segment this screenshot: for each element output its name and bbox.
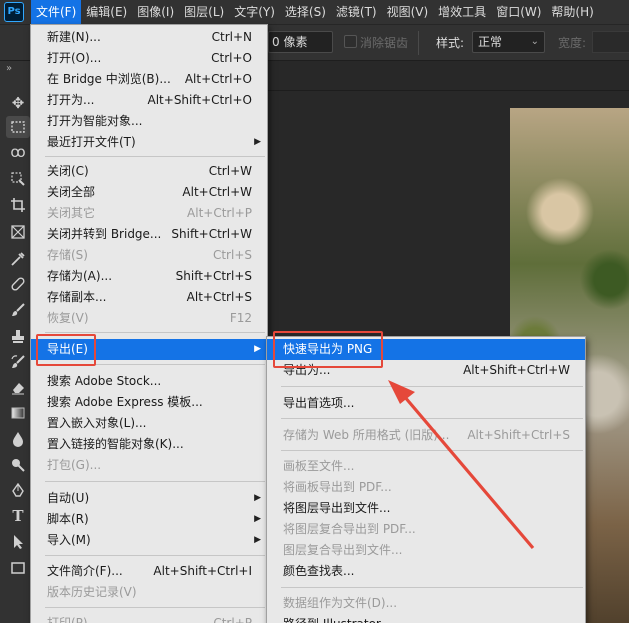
menu-item-file-info[interactable]: 文件简介(F)... Alt+Shift+Ctrl+I [31,561,267,582]
lasso-tool-icon[interactable]: ꝏ [6,141,30,163]
menu-item-open-as[interactable]: 打开为... Alt+Shift+Ctrl+O [31,90,267,111]
photoshop-window: Ps 文件(F) 编辑(E) 图像(I) 图层(L) 文字(Y) 选择(S) 滤… [0,0,629,623]
menu-help[interactable]: 帮助(H) [546,0,598,24]
menu-item-close-others: 关闭其它 Alt+Ctrl+P [47,206,252,220]
style-select[interactable]: 正常 ⌄ [472,31,545,53]
menu-item-save-for-web: 存储为 Web 所用格式 (旧版)... Alt+Shift+Ctrl+S [283,428,570,442]
menu-item-save-as[interactable]: 存储为(A)... Shift+Ctrl+S [31,266,267,287]
stamp-tool-icon[interactable] [6,325,30,347]
menu-file[interactable]: 文件(F) [31,0,82,24]
menu-separator [45,607,265,608]
menu-separator [45,555,265,556]
chevron-down-icon: ⌄ [530,36,539,47]
submenu-arrow-icon: ▶ [254,344,261,354]
submenu-arrow-icon: ▶ [254,137,261,147]
menu-separator [281,418,583,419]
menu-item-layer-comps-to-files: 图层复合导出到文件... [283,543,403,557]
menu-item-package: 打包(G)... [47,458,102,472]
menubar: Ps 文件(F) 编辑(E) 图像(I) 图层(L) 文字(Y) 选择(S) 滤… [0,0,629,24]
menu-item-open[interactable]: 打开(O)... Ctrl+O [31,48,267,69]
menu-view[interactable]: 视图(V) [382,0,434,24]
menu-item-print: 打印(P)... Ctrl+P [47,616,252,623]
menu-select[interactable]: 选择(S) [280,0,331,24]
ps-logo-icon: Ps [4,2,24,22]
menu-item-save-copy[interactable]: 存储副本... Alt+Ctrl+S [31,287,267,308]
frame-tool-icon[interactable] [6,221,30,243]
marquee-tool-icon[interactable] [6,116,30,138]
menu-item-place-linked[interactable]: 置入链接的智能对象(K)... [31,434,267,455]
menu-item-place-embedded[interactable]: 置入嵌入对象(L)... [31,413,267,434]
menu-separator [281,450,583,451]
menu-edit[interactable]: 编辑(E) [81,0,132,24]
submenu-arrow-icon: ▶ [254,535,261,545]
collapse-icon[interactable]: » [6,63,12,74]
menu-item-artboards-to-pdf: 将画板导出到 PDF... [283,480,392,494]
export-submenu: 快速导出为 PNG 导出为... Alt+Shift+Ctrl+W 导出首选项..… [266,336,586,623]
brush-tool-icon[interactable] [6,299,30,321]
healing-tool-icon[interactable] [6,273,30,295]
menu-item-layer-comps-to-pdf: 将图层复合导出到 PDF... [283,522,416,536]
width-label: 宽度: [558,36,587,50]
menu-item-layers-to-files[interactable]: 将图层导出到文件... [267,498,585,519]
options-divider [418,31,419,55]
menu-layer[interactable]: 图层(L) [179,0,229,24]
submenu-arrow-icon: ▶ [254,514,261,524]
feather-input[interactable]: 0 像素 [268,31,333,53]
menu-separator [281,386,583,387]
menu-item-recent-files[interactable]: 最近打开文件(T) ▶ [31,132,267,153]
annotation-box-export [36,334,96,366]
eyedropper-tool-icon[interactable] [6,248,30,270]
menu-item-search-stock[interactable]: 搜索 Adobe Stock... [31,371,267,392]
menu-item-export-preferences[interactable]: 导出首选项... [267,393,585,414]
menu-item-scripts[interactable]: 脚本(R) ▶ [31,509,267,530]
eraser-tool-icon[interactable] [6,376,30,398]
menu-item-version-history: 版本历史记录(V) [47,585,137,599]
menu-filter[interactable]: 滤镜(T) [331,0,382,24]
pen-tool-icon[interactable] [6,480,30,502]
menu-item-save: 存储(S) Ctrl+S [47,248,252,262]
menu-item-close[interactable]: 关闭(C) Ctrl+W [31,161,267,182]
menu-item-automate[interactable]: 自动(U) ▶ [31,488,267,509]
style-value: 正常 [478,35,503,49]
menu-separator [45,156,265,157]
annotation-box-quick-export [273,331,383,368]
menu-separator [45,481,265,482]
path-select-tool-icon[interactable] [6,531,30,553]
menu-separator [45,332,265,333]
antialias-checkbox[interactable] [344,35,357,48]
menu-item-close-all[interactable]: 关闭全部 Alt+Ctrl+W [31,182,267,203]
text-tool-icon[interactable]: T [6,505,30,527]
menu-item-paths-to-illustrator[interactable]: 路径到 Illustrator... [267,614,585,623]
menu-window[interactable]: 窗口(W) [491,0,546,24]
blur-tool-icon[interactable] [6,428,30,450]
history-brush-tool-icon[interactable] [6,351,30,373]
menu-item-open-smart-object[interactable]: 打开为智能对象... [31,111,267,132]
antialias-label: 消除锯齿 [360,36,409,50]
menu-item-new[interactable]: 新建(N)... Ctrl+N [31,27,267,48]
menu-item-import[interactable]: 导入(M) ▶ [31,530,267,551]
width-input[interactable] [592,31,629,53]
quick-select-tool-icon[interactable] [6,168,30,190]
menu-item-search-express[interactable]: 搜索 Adobe Express 模板... [31,392,267,413]
move-tool-icon[interactable]: ✥ [6,92,30,114]
submenu-arrow-icon: ▶ [254,493,261,503]
menu-item-color-lookup-tables[interactable]: 颜色查找表... [267,561,585,582]
menu-separator [281,587,583,588]
rectangle-tool-icon[interactable] [6,557,30,579]
menu-type[interactable]: 文字(Y) [229,0,280,24]
file-menu: 新建(N)... Ctrl+N 打开(O)... Ctrl+O 在 Bridge 中… [30,24,268,623]
menu-item-revert: 恢复(V) F12 [47,311,252,325]
crop-tool-icon[interactable] [6,194,30,216]
menu-item-close-go-bridge[interactable]: 关闭并转到 Bridge... Shift+Ctrl+W [31,224,267,245]
menu-image[interactable]: 图像(I) [132,0,179,24]
style-label: 样式: [436,36,465,50]
menu-item-artboards-to-files: 画板至文件... [283,459,355,473]
gradient-tool-icon[interactable] [6,402,30,424]
menu-item-data-sets-as-files: 数据组作为文件(D)... [283,596,398,610]
menu-item-browse-bridge[interactable]: 在 Bridge 中浏览(B)... Alt+Ctrl+O [31,69,267,90]
menu-plugins[interactable]: 增效工具 [433,0,491,24]
dodge-tool-icon[interactable] [6,454,30,476]
